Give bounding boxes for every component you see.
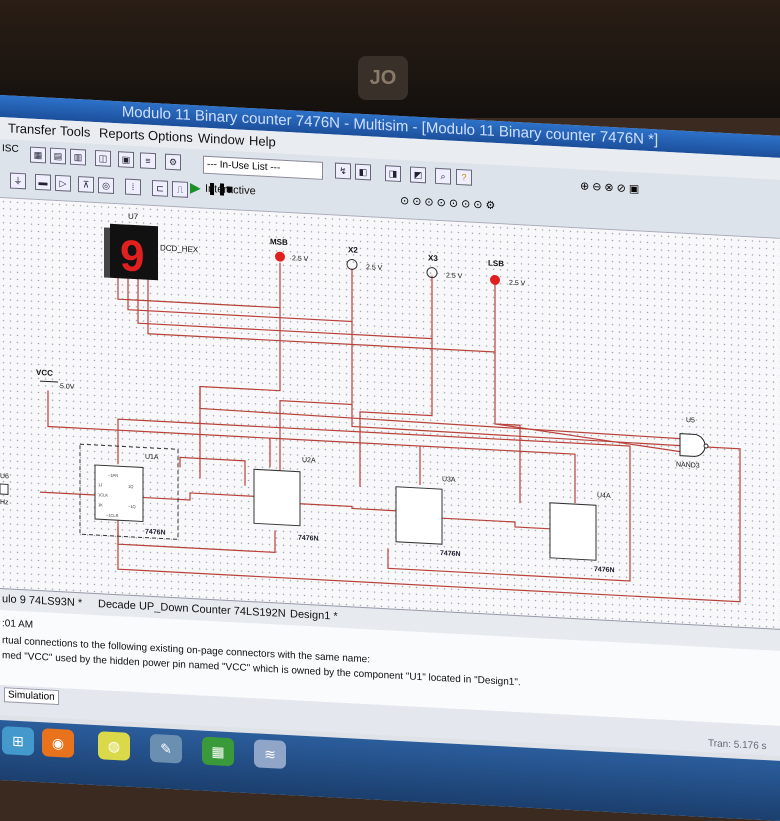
mixed-icon[interactable]: ⊏	[152, 179, 168, 197]
tran-time: Tran: 5.176 s	[708, 738, 767, 753]
firefox-icon[interactable]: ◉	[42, 728, 74, 758]
menu-tools[interactable]: Tools	[60, 123, 90, 140]
hex-digit: 9	[120, 231, 144, 281]
table-icon[interactable]: ▤	[50, 147, 66, 165]
flipflop-u2a[interactable]: U2A 7476N	[253, 454, 319, 543]
vcc-voltage: 5.0V	[60, 383, 75, 391]
clock-ref: U6	[0, 473, 9, 480]
zoom-icons[interactable]: ⊕⊖⊗⊘▣	[580, 179, 642, 195]
ff-pin-q: 1Q	[128, 484, 133, 489]
menu-transfer[interactable]: Transfer	[8, 120, 56, 138]
toolbar-left-label: ISC	[2, 143, 19, 155]
menu-help[interactable]: Help	[249, 133, 276, 149]
ff-ref: U1A	[145, 454, 159, 462]
spreadsheet-icon[interactable]: ▥	[70, 148, 86, 166]
gate-ref: U5	[686, 417, 695, 424]
ff-part: 7476N	[594, 566, 615, 574]
run-icon[interactable]: ▶	[190, 179, 201, 197]
calculator-icon[interactable]: ▦	[202, 736, 234, 767]
flipflop-u3a[interactable]: U3A 7476N	[395, 474, 461, 558]
probe-msb[interactable]: MSB 2.5 V	[270, 237, 309, 263]
help-icon[interactable]: ?	[456, 168, 472, 186]
schematic-canvas[interactable]: U7 9 DCD_HEX MSB 2.5 V X2 2.5 V X3 2.5 V	[0, 198, 780, 629]
camera-badge: JO	[358, 56, 408, 100]
chrome-icon[interactable]: ◍	[98, 731, 130, 761]
ff-ref: U4A	[597, 492, 611, 500]
probe-lsb-label: LSB	[488, 259, 504, 269]
schematic-svg: U7 9 DCD_HEX MSB 2.5 V X2 2.5 V X3 2.5 V	[0, 212, 741, 603]
ff-pin-clr: ~1CLR	[106, 513, 119, 519]
display-part: DCD_HEX	[160, 243, 199, 254]
tab-simulation[interactable]: Simulation	[4, 687, 59, 706]
vcc-label: VCC	[36, 368, 53, 378]
forward-annotate-icon[interactable]: ◨	[385, 165, 401, 183]
nand-bubble	[703, 443, 709, 449]
instrument-icons[interactable]: ⊙⊙⊙⊙⊙⊙⊙⚙	[400, 194, 498, 212]
probe-icon[interactable]: ↯	[335, 162, 351, 180]
ff-body	[395, 486, 443, 545]
back-annotate-icon[interactable]: ◧	[355, 163, 371, 181]
probe-x2-label: X2	[348, 245, 358, 255]
ff-ref: U2A	[302, 457, 316, 465]
tab-modulo9[interactable]: ulo 9 74LS93N *	[2, 593, 82, 609]
multisim-window: Modulo 11 Binary counter 7476N - Multisi…	[0, 95, 780, 821]
grid-icon[interactable]: ▦	[30, 146, 46, 164]
ff-pin-k: 1K	[98, 502, 103, 507]
clock-unit: Hz	[0, 499, 9, 506]
interactive-mode-label[interactable]: Interactive	[205, 183, 256, 198]
ff-part: 7476N	[298, 535, 319, 543]
probe-msb-voltage: 2.5 V	[292, 255, 309, 263]
app-icon[interactable]: ✎	[150, 733, 182, 764]
probe-x3-label: X3	[428, 253, 438, 263]
probe-lamp-lit	[490, 274, 500, 285]
nand-gate[interactable]	[679, 433, 706, 457]
menu-options[interactable]: Options	[148, 128, 193, 145]
ff-pin-j: 1J	[98, 482, 102, 487]
flipflop-u1a[interactable]: U1A ~1PR 1J 1Q 1CLK 1K ~1Q ~1CLR 7476N	[94, 451, 166, 537]
tab-design1[interactable]: Design1 *	[290, 608, 338, 623]
diode-icon[interactable]: ▷	[55, 174, 71, 192]
bom-icon[interactable]: ▣	[118, 151, 134, 169]
basic-icon[interactable]: ▬	[35, 173, 51, 191]
find-icon[interactable]: ⌕	[435, 167, 451, 185]
pulse-icon[interactable]: ⎍	[172, 181, 188, 198]
ff-body	[253, 468, 301, 527]
probe-lamp-lit	[275, 251, 285, 262]
flipflop-u4a[interactable]: U4A 7476N	[549, 490, 615, 574]
menu-reports[interactable]: Reports	[99, 125, 145, 142]
gate-part: NAND3	[676, 461, 700, 469]
ff-pin-clk: 1CLK	[98, 492, 108, 498]
probe-x2-voltage: 2.5 V	[366, 264, 383, 272]
multisim-icon[interactable]: ≋	[254, 739, 286, 769]
annotate-icon[interactable]: ◩	[410, 166, 426, 184]
ff-body	[549, 502, 597, 561]
ttl-icon[interactable]: ⁞	[125, 178, 141, 196]
in-use-list-dropdown[interactable]: --- In-Use List ---	[203, 155, 323, 180]
analog-icon[interactable]: ◎	[98, 177, 114, 194]
ff-ref: U3A	[442, 476, 456, 484]
start-icon[interactable]: ⊞	[2, 726, 34, 756]
ff-pin-pr: ~1PR	[108, 473, 118, 479]
probe-lsb[interactable]: LSB 2.5 V	[488, 259, 526, 288]
probe-x2[interactable]: X2 2.5 V	[346, 245, 383, 272]
probe-msb-label: MSB	[270, 237, 288, 247]
probe-lsb-voltage: 2.5 V	[509, 280, 526, 288]
ff-part: 7476N	[145, 529, 166, 537]
ff-pin-qbar: ~1Q	[128, 504, 136, 509]
database-icon[interactable]: ≡	[140, 152, 156, 170]
ff-part: 7476N	[440, 550, 461, 558]
clock-source[interactable]	[0, 483, 9, 495]
component-icon[interactable]: ⚙	[165, 153, 181, 171]
wires	[40, 262, 741, 603]
menu-window[interactable]: Window	[198, 130, 244, 147]
transistor-icon[interactable]: ⊼	[78, 176, 94, 193]
chart-icon[interactable]: ◫	[95, 149, 111, 167]
source-icon[interactable]: ⏚	[10, 172, 26, 190]
probe-x3-voltage: 2.5 V	[446, 272, 463, 280]
hex-display-pins	[104, 227, 110, 278]
probe-lamp-off	[346, 258, 358, 270]
display-ref: U7	[128, 212, 139, 222]
log-line: :01 AM	[2, 618, 34, 631]
vcc-symbol	[40, 380, 58, 383]
